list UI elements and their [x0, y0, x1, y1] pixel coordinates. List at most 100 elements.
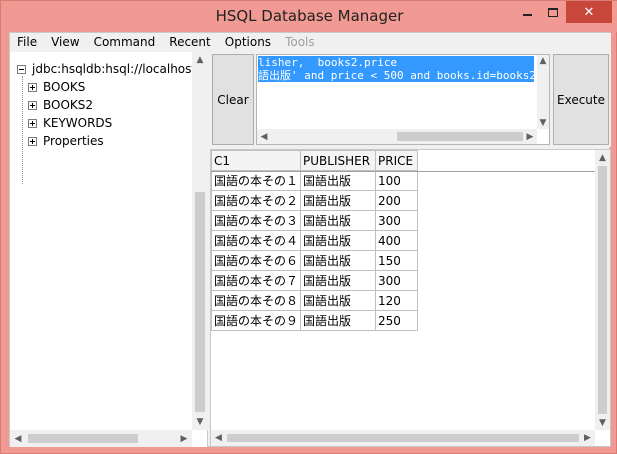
editor-vertical-scrollbar[interactable]: ▲ ▼ [537, 55, 549, 129]
scroll-down-icon[interactable]: ▼ [192, 414, 208, 430]
clear-button[interactable]: Clear [212, 54, 254, 145]
column-header[interactable]: C1 [210, 150, 302, 171]
menu-options[interactable]: Options [218, 33, 278, 52]
table-cell[interactable]: 国語の本その３ [210, 210, 302, 231]
table-cell[interactable]: 国語の本その４ [210, 230, 302, 251]
editor-horizontal-scrollbar[interactable]: ◀ ▶ [257, 129, 537, 144]
table-cell[interactable]: 国語の本その９ [210, 310, 302, 331]
header-divider [211, 171, 595, 172]
sql-editor[interactable]: lisher, books2.price 語出版' and price < 50… [256, 54, 550, 145]
app-window: HSQL Database Manager ✕ File View Comman… [0, 0, 617, 454]
schema-tree-pane: jdbc:hsqldb:hsql://localhost/ BOOKS BOOK… [10, 52, 208, 447]
expand-icon[interactable] [28, 136, 37, 146]
table-cell[interactable]: 150 [375, 250, 419, 271]
menu-tools[interactable]: Tools [278, 33, 322, 52]
table-cell[interactable]: 200 [375, 190, 419, 211]
expand-icon[interactable] [28, 118, 37, 128]
menu-file[interactable]: File [10, 33, 44, 52]
scroll-thumb[interactable] [227, 434, 579, 442]
table-cell[interactable]: 300 [375, 270, 419, 291]
tree-item-label: BOOKS [43, 80, 86, 94]
table-cell[interactable]: 国語の本その２ [210, 190, 302, 211]
table-cell[interactable]: 120 [375, 290, 419, 311]
table-cell[interactable]: 国語の本その７ [210, 270, 302, 291]
tree-item-label: KEYWORDS [43, 116, 113, 130]
scroll-thumb[interactable] [598, 166, 607, 414]
table-row[interactable]: 国語の本その７ 国語出版 300 [210, 270, 419, 291]
table-cell[interactable]: 国語出版 [300, 310, 377, 331]
scroll-right-icon[interactable]: ▶ [523, 129, 537, 144]
table-cell[interactable]: 100 [375, 170, 419, 191]
results-horizontal-scrollbar[interactable]: ◀ ▶ [211, 430, 595, 446]
sql-line: 語出版' and price < 500 and books.id=books2… [258, 69, 534, 82]
table-cell[interactable]: 250 [375, 310, 419, 331]
scroll-left-icon[interactable]: ◀ [257, 129, 271, 144]
table-cell[interactable]: 国語の本その１ [210, 170, 302, 191]
table-row[interactable]: 国語の本その１ 国語出版 100 [210, 170, 419, 191]
scroll-down-icon[interactable]: ▼ [537, 117, 549, 129]
title-bar[interactable]: HSQL Database Manager ✕ [1, 1, 617, 32]
table-cell[interactable]: 国語出版 [300, 170, 377, 191]
scroll-right-icon[interactable]: ▶ [176, 430, 192, 447]
maximize-button[interactable] [540, 1, 566, 23]
tree-vertical-scrollbar[interactable]: ▲ ▼ [192, 52, 208, 430]
column-header[interactable]: PUBLISHER [300, 150, 377, 171]
table-row[interactable]: 国語の本その４ 国語出版 400 [210, 230, 419, 251]
expand-icon[interactable] [28, 82, 37, 92]
scroll-thumb[interactable] [28, 434, 138, 443]
scroll-thumb[interactable] [195, 192, 205, 412]
tree-item-books[interactable]: BOOKS [28, 78, 85, 96]
tree-root-label: jdbc:hsqldb:hsql://localhost/ [32, 62, 192, 76]
table-row[interactable]: 国語の本その８ 国語出版 120 [210, 290, 419, 311]
tree-item-keywords[interactable]: KEYWORDS [28, 114, 112, 132]
table-cell[interactable]: 国語出版 [300, 230, 377, 251]
table-cell[interactable]: 400 [375, 230, 419, 251]
results-pane: C1 PUBLISHER PRICE 国語の本その１ 国語出版 100 国語の本その… [210, 149, 611, 447]
table-cell[interactable]: 国語の本その６ [210, 250, 302, 271]
table-cell[interactable]: 国語出版 [300, 210, 377, 231]
results-table[interactable]: C1 PUBLISHER PRICE 国語の本その１ 国語出版 100 国語の本その… [210, 150, 419, 331]
scroll-up-icon[interactable]: ▲ [537, 55, 549, 67]
table-cell[interactable]: 国語出版 [300, 270, 377, 291]
expand-icon[interactable] [28, 100, 37, 110]
column-header[interactable]: PRICE [375, 150, 419, 171]
tree-horizontal-scrollbar[interactable]: ◀ ▶ [10, 430, 192, 447]
table-cell[interactable]: 国語出版 [300, 190, 377, 211]
menu-command[interactable]: Command [87, 33, 163, 52]
table-cell[interactable]: 国語出版 [300, 290, 377, 311]
scroll-up-icon[interactable]: ▲ [595, 150, 610, 165]
tree-item-properties[interactable]: Properties [28, 132, 104, 150]
table-header-row: C1 PUBLISHER PRICE [210, 150, 419, 171]
schema-tree[interactable]: jdbc:hsqldb:hsql://localhost/ BOOKS BOOK… [10, 52, 192, 430]
table-cell[interactable]: 300 [375, 210, 419, 231]
table-row[interactable]: 国語の本その２ 国語出版 200 [210, 190, 419, 211]
tree-item-label: BOOKS2 [43, 98, 94, 112]
sql-editor-text[interactable]: lisher, books2.price 語出版' and price < 50… [258, 56, 537, 130]
table-row[interactable]: 国語の本その６ 国語出版 150 [210, 250, 419, 271]
scroll-down-icon[interactable]: ▼ [595, 415, 610, 430]
menu-recent[interactable]: Recent [162, 33, 217, 52]
table-row[interactable]: 国語の本その９ 国語出版 250 [210, 310, 419, 331]
table-row[interactable]: 国語の本その３ 国語出版 300 [210, 210, 419, 231]
client-area: File View Command Recent Options Tools j… [9, 32, 611, 447]
execute-button[interactable]: Execute [553, 54, 609, 145]
close-icon: ✕ [583, 4, 595, 20]
scroll-right-icon[interactable]: ▶ [580, 430, 595, 446]
tree-item-label: Properties [43, 134, 104, 148]
minimize-button[interactable] [514, 1, 540, 23]
tree-item-books2[interactable]: BOOKS2 [28, 96, 93, 114]
scroll-thumb[interactable] [397, 132, 523, 141]
scroll-left-icon[interactable]: ◀ [211, 430, 226, 446]
results-vertical-scrollbar[interactable]: ▲ ▼ [595, 150, 610, 430]
tree-root[interactable]: jdbc:hsqldb:hsql://localhost/ [17, 60, 192, 78]
tree-guide-line [22, 76, 23, 184]
scroll-up-icon[interactable]: ▲ [192, 52, 208, 68]
table-cell[interactable]: 国語出版 [300, 250, 377, 271]
collapse-icon[interactable] [17, 64, 26, 74]
menu-bar: File View Command Recent Options Tools [10, 33, 611, 52]
menu-view[interactable]: View [44, 33, 86, 52]
close-button[interactable]: ✕ [566, 1, 612, 23]
query-area: Clear lisher, books2.price 語出版' and pric… [210, 52, 611, 147]
scroll-left-icon[interactable]: ◀ [10, 430, 26, 447]
table-cell[interactable]: 国語の本その８ [210, 290, 302, 311]
